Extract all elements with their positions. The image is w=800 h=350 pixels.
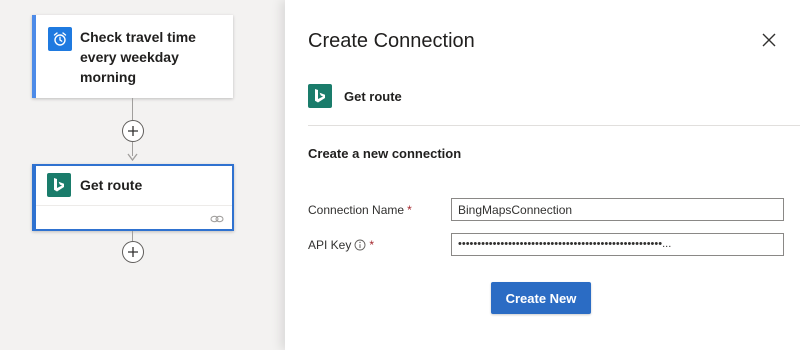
- panel-title: Create Connection: [308, 30, 475, 52]
- connector-name: Get route: [344, 89, 402, 104]
- connection-name-label: Connection Name *: [308, 203, 412, 217]
- plus-icon: [128, 126, 138, 136]
- bing-logo-icon: [308, 84, 332, 108]
- action-card-get-route[interactable]: Get route: [32, 164, 234, 231]
- close-icon[interactable]: [759, 30, 779, 50]
- panel-divider: [308, 125, 800, 126]
- connection-name-label-text: Connection Name: [308, 203, 405, 217]
- insert-step-button[interactable]: [122, 120, 144, 142]
- connection-name-input[interactable]: [451, 198, 784, 221]
- alarm-clock-icon: [48, 27, 72, 51]
- plus-icon: [128, 247, 138, 257]
- designer-canvas: Check travel time every weekday morning …: [0, 0, 285, 350]
- connector-line: [132, 98, 133, 120]
- arrow-down-icon: [127, 153, 138, 162]
- connector-line: [132, 231, 133, 241]
- card-divider: [36, 205, 232, 206]
- add-step-button[interactable]: [122, 241, 144, 263]
- trigger-title: Check travel time every weekday morning: [80, 29, 196, 85]
- api-key-label-text: API Key: [308, 238, 352, 252]
- trigger-card[interactable]: Check travel time every weekday morning: [32, 15, 233, 98]
- api-key-input[interactable]: ••••••••••••••••••••••••••••••••••••••••…: [451, 233, 784, 256]
- create-connection-panel: Create Connection Get route Create a new…: [285, 0, 800, 350]
- section-title: Create a new connection: [308, 146, 462, 161]
- required-marker: *: [407, 203, 412, 217]
- required-marker: *: [369, 238, 375, 252]
- info-icon[interactable]: [354, 239, 366, 251]
- link-icon: [210, 215, 224, 223]
- action-title: Get route: [80, 177, 143, 193]
- api-key-label: API Key *: [308, 238, 374, 252]
- create-new-button[interactable]: Create New: [491, 282, 591, 314]
- bing-logo-icon: [47, 173, 71, 197]
